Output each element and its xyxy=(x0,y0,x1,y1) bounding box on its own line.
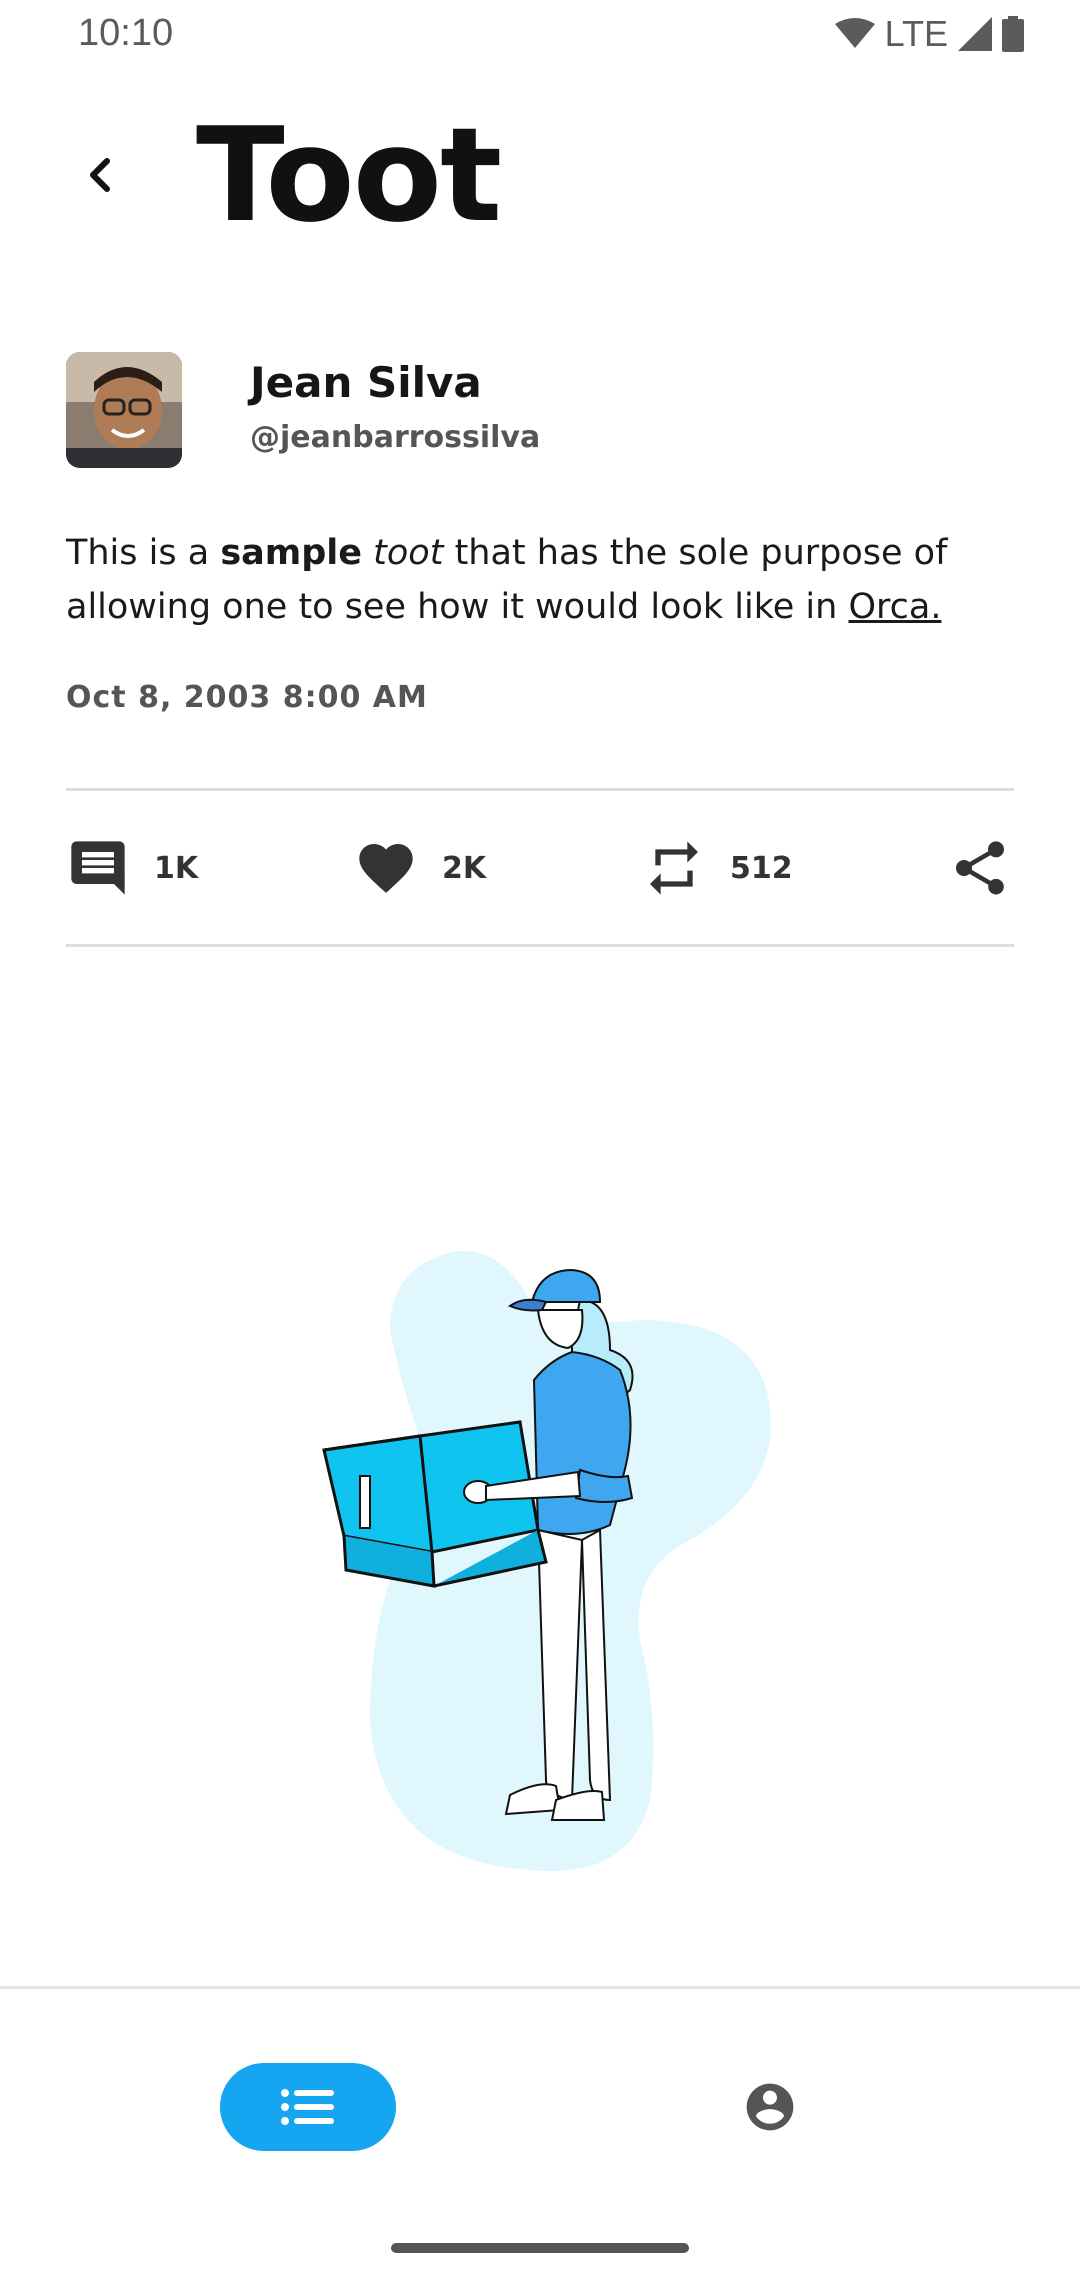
share-button[interactable] xyxy=(948,826,1012,910)
cell-signal-icon xyxy=(958,17,992,51)
comment-button[interactable]: 1K xyxy=(66,826,198,910)
heart-icon xyxy=(359,844,413,893)
empty-state-illustration xyxy=(310,1240,790,1880)
nav-timeline-tab[interactable] xyxy=(220,2063,396,2151)
home-indicator[interactable] xyxy=(391,2243,689,2253)
content-bold: sample xyxy=(220,533,363,573)
like-count: 2K xyxy=(442,850,487,886)
network-type: LTE xyxy=(884,13,948,54)
top-app-bar: Toot xyxy=(0,100,1080,250)
wifi-icon xyxy=(834,18,875,48)
repeat-icon xyxy=(650,841,698,895)
status-icons: LTE xyxy=(834,13,1024,54)
divider-bottom xyxy=(66,944,1014,947)
content-link[interactable]: Orca. xyxy=(848,587,941,627)
status-time: 10:10 xyxy=(78,12,174,54)
bottom-navigation xyxy=(0,1986,1080,2283)
back-button[interactable] xyxy=(70,145,130,205)
share-icon xyxy=(956,841,1004,895)
reblog-count: 512 xyxy=(730,850,793,886)
author-handle: @jeanbarrossilva xyxy=(250,420,541,455)
status-bar: 10:10 LTE xyxy=(0,0,1080,72)
reblog-button[interactable]: 512 xyxy=(642,826,793,910)
person-with-box-illustration xyxy=(322,1251,771,1872)
toot-content: This is a sample toot that has the sole … xyxy=(66,526,1026,634)
back-arrow-icon xyxy=(90,158,110,192)
avatar[interactable] xyxy=(66,352,182,468)
comment-count: 1K xyxy=(154,850,199,886)
battery-icon xyxy=(1002,16,1024,52)
page-title: Toot xyxy=(196,99,502,251)
toot-timestamp: Oct 8, 2003 8:00 AM xyxy=(66,680,428,715)
account-circle-icon xyxy=(746,2083,794,2131)
comment-icon xyxy=(71,841,125,895)
content-italic: toot xyxy=(373,533,444,573)
nav-profile-tab[interactable] xyxy=(742,2079,798,2135)
list-icon xyxy=(281,2089,334,2125)
like-button[interactable]: 2K xyxy=(354,826,486,910)
author-name: Jean Silva xyxy=(250,358,482,407)
toot-stats: 1K 2K 512 xyxy=(66,826,1014,910)
toot-author[interactable]: Jean Silva @jeanbarrossilva xyxy=(66,352,1026,472)
avatar-image xyxy=(66,352,182,468)
content-text: This is a xyxy=(66,533,221,573)
divider-top xyxy=(66,788,1014,791)
